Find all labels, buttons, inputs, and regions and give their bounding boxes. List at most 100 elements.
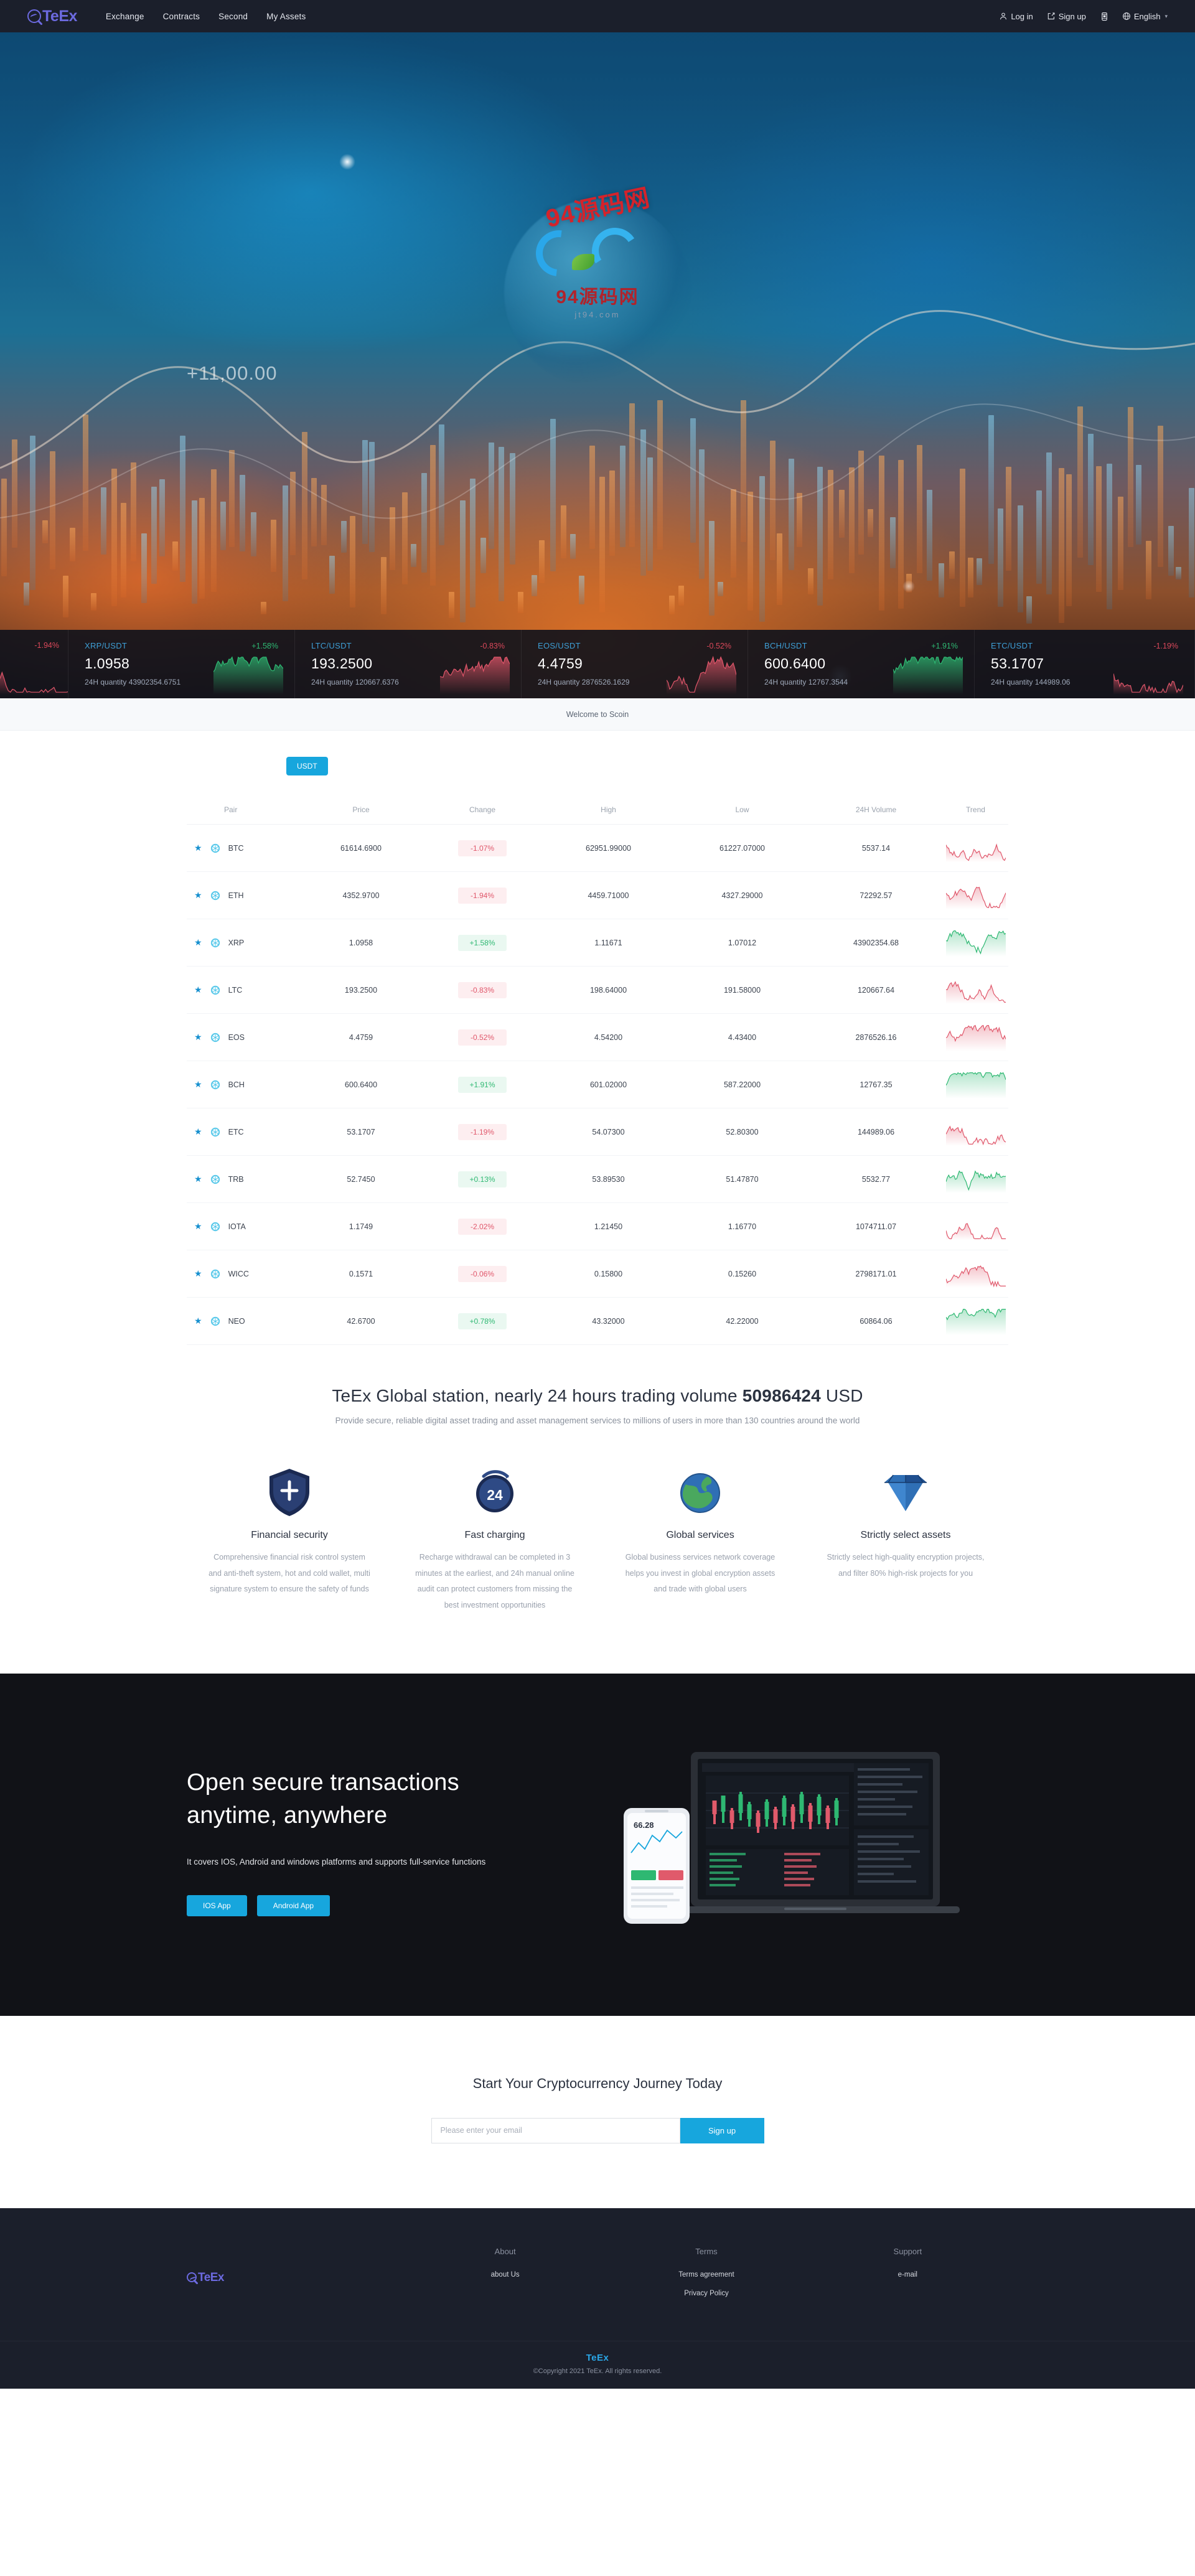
global-stats-section: TeEx Global station, nearly 24 hours tra… bbox=[0, 1382, 1195, 1425]
footer-column-about: About about Us bbox=[405, 2247, 606, 2308]
footer-link-about-us[interactable]: about Us bbox=[405, 2271, 606, 2279]
signup-submit-button[interactable]: Sign up bbox=[680, 2117, 764, 2143]
favorite-star-icon[interactable]: ★ bbox=[194, 843, 202, 853]
market-table-row[interactable]: ★ ETH 4352.9700 -1.94% 4459.71000 4327.29000 7… bbox=[187, 872, 1008, 919]
ticker-item[interactable]: LTC/USDT -0.83% 193.2500 24H quantity 12066… bbox=[295, 630, 522, 698]
market-low: 42.22000 bbox=[726, 1316, 759, 1326]
feature-description: Recharge withdrawal can be completed in … bbox=[415, 1553, 574, 1609]
favorite-star-icon[interactable]: ★ bbox=[194, 890, 202, 901]
market-high: 601.02000 bbox=[589, 1080, 627, 1089]
market-change-cell: -1.94% bbox=[423, 887, 541, 904]
favorite-star-icon[interactable]: ★ bbox=[194, 1126, 202, 1137]
ticker-sparkline bbox=[893, 655, 963, 695]
market-trend-cell bbox=[943, 1118, 1008, 1146]
market-section: USDT Pair Price Change High Low 24H Volume Tre… bbox=[0, 731, 1195, 1382]
favorite-star-icon[interactable]: ★ bbox=[194, 937, 202, 948]
app-promo-text: Open secure transactions anytime, anywhe… bbox=[187, 1766, 573, 1917]
global-stats-subtitle: Provide secure, reliable digital asset t… bbox=[335, 1416, 860, 1425]
market-pair-name: BTC bbox=[228, 843, 244, 853]
market-high: 1.11671 bbox=[594, 938, 622, 947]
market-volume: 5537.14 bbox=[861, 843, 891, 853]
favorite-star-icon[interactable]: ★ bbox=[194, 1174, 202, 1184]
feature-card-global-services: Global services Global business services… bbox=[598, 1464, 803, 1614]
market-table-row[interactable]: ★ LTC 193.2500 -0.83% 198.64000 191.58000 1206… bbox=[187, 967, 1008, 1014]
brand-name: TeEx bbox=[42, 7, 77, 25]
ticker-item[interactable]: XRP/USDT +1.58% 1.0958 24H quantity 4390235… bbox=[68, 630, 295, 698]
favorite-star-icon[interactable]: ★ bbox=[194, 1079, 202, 1090]
feature-card-strictly-select-assets: Strictly select assets Strictly select h… bbox=[803, 1464, 1008, 1614]
favorite-star-icon[interactable]: ★ bbox=[194, 1268, 202, 1279]
signup-link[interactable]: Sign up bbox=[1047, 12, 1086, 21]
market-price: 1.1749 bbox=[349, 1222, 373, 1231]
market-table-row[interactable]: ★ NEO 42.6700 +0.78% 43.32000 42.22000 60864.0… bbox=[187, 1298, 1008, 1345]
sparkline-chart bbox=[1113, 673, 1184, 695]
market-trend-cell bbox=[943, 1213, 1008, 1240]
sparkline-chart bbox=[945, 1169, 1006, 1193]
change-badge: -0.06% bbox=[458, 1265, 507, 1282]
sparkline-chart bbox=[945, 930, 1006, 957]
nav-item-contracts[interactable]: Contracts bbox=[163, 12, 200, 21]
sparkline-chart bbox=[945, 1222, 1006, 1240]
sparkline-chart bbox=[0, 671, 68, 695]
market-table-row[interactable]: ★ WICC 0.1571 -0.06% 0.15800 0.15260 2798171.0… bbox=[187, 1250, 1008, 1298]
market-tab-usdt[interactable]: USDT bbox=[286, 757, 328, 775]
ticker-sparkline bbox=[1113, 655, 1184, 695]
app-promo-devices: 66.28 bbox=[598, 1748, 1008, 1935]
email-input[interactable] bbox=[431, 2117, 680, 2143]
footer-brand-logo[interactable]: TeEx bbox=[187, 2247, 405, 2308]
market-table-row[interactable]: ★ ETC 53.1707 -1.19% 54.07300 52.80300 144989.… bbox=[187, 1108, 1008, 1156]
sparkline-chart bbox=[945, 1024, 1006, 1051]
market-volume: 43902354.68 bbox=[853, 938, 899, 947]
main-nav-links: Exchange Contracts Second My Assets bbox=[106, 12, 306, 21]
market-low: 0.15260 bbox=[728, 1269, 757, 1278]
favorite-star-icon[interactable]: ★ bbox=[194, 1032, 202, 1042]
market-table-row[interactable]: ★ BTC 61614.6900 -1.07% 62951.99000 61227.070… bbox=[187, 825, 1008, 872]
market-trend-cell bbox=[943, 1071, 1008, 1098]
footer-link-terms-agreement[interactable]: Terms agreement bbox=[606, 2271, 807, 2279]
language-label: English bbox=[1133, 11, 1161, 21]
nav-item-exchange[interactable]: Exchange bbox=[106, 12, 144, 21]
nav-item-my-assets[interactable]: My Assets bbox=[266, 12, 306, 21]
sparkline-chart bbox=[213, 656, 284, 695]
market-table-row[interactable]: ★ BCH 600.6400 +1.91% 601.02000 587.22000 1276… bbox=[187, 1061, 1008, 1108]
app-promo-section: Open secure transactions anytime, anywhe… bbox=[0, 1673, 1195, 2016]
favorite-star-icon[interactable]: ★ bbox=[194, 985, 202, 995]
market-table: Pair Price Change High Low 24H Volume Trend ★ B… bbox=[187, 797, 1008, 1345]
sparkline-chart bbox=[439, 657, 510, 695]
ticker-item[interactable]: -1.94% bbox=[0, 630, 68, 698]
market-table-row[interactable]: ★ IOTA 1.1749 -2.02% 1.21450 1.16770 1074711.0… bbox=[187, 1203, 1008, 1250]
login-link[interactable]: Log in bbox=[999, 12, 1033, 21]
sparkline-chart bbox=[666, 655, 737, 695]
market-change-cell: -0.52% bbox=[423, 1029, 541, 1046]
language-selector[interactable]: English ▾ bbox=[1122, 12, 1168, 21]
download-app-qr-link[interactable] bbox=[1100, 12, 1108, 21]
market-high: 198.64000 bbox=[589, 985, 627, 995]
brand-logo[interactable]: TeEx bbox=[27, 7, 77, 25]
android-app-button[interactable]: Android App bbox=[256, 1895, 330, 1917]
ticker-change: -1.94% bbox=[34, 641, 59, 650]
feature-title: Strictly select assets bbox=[860, 1530, 951, 1540]
phone-price-label: 66.28 bbox=[634, 1820, 654, 1830]
feature-title: Financial security bbox=[251, 1530, 328, 1540]
nav-right-actions: Log in Sign up English ▾ bbox=[999, 12, 1168, 21]
ticker-pair: ETC/USDT bbox=[991, 641, 1033, 650]
ticker-item[interactable]: BCH/USDT +1.91% 600.6400 24H quantity 12767… bbox=[748, 630, 975, 698]
footer-link-privacy-policy[interactable]: Privacy Policy bbox=[606, 2290, 807, 2297]
favorite-star-icon[interactable]: ★ bbox=[194, 1221, 202, 1232]
ticker-sparkline bbox=[439, 655, 510, 695]
chevron-down-icon: ▾ bbox=[1165, 12, 1168, 19]
market-pair-name: IOTA bbox=[228, 1222, 246, 1231]
ios-app-button[interactable]: IOS App bbox=[187, 1895, 247, 1917]
market-table-row[interactable]: ★ XRP 1.0958 +1.58% 1.11671 1.07012 43902354.6… bbox=[187, 919, 1008, 967]
coin-icon bbox=[210, 938, 220, 948]
nav-item-second[interactable]: Second bbox=[218, 12, 248, 21]
favorite-star-icon[interactable]: ★ bbox=[194, 1316, 202, 1326]
market-table-row[interactable]: ★ EOS 4.4759 -0.52% 4.54200 4.43400 2876526.16 bbox=[187, 1014, 1008, 1061]
market-price: 53.1707 bbox=[347, 1127, 375, 1136]
ticker-item[interactable]: EOS/USDT -0.52% 4.4759 24H quantity 2876526… bbox=[522, 630, 748, 698]
market-high: 4.54200 bbox=[594, 1033, 623, 1042]
footer-link-email[interactable]: e-mail bbox=[807, 2271, 1008, 2279]
ticker-item[interactable]: ETC/USDT -1.19% 53.1707 24H quantity 144989… bbox=[975, 630, 1195, 698]
welcome-text: Welcome to Scoin bbox=[566, 710, 629, 719]
market-table-row[interactable]: ★ TRB 52.7450 +0.13% 53.89530 51.47870 5532.77 bbox=[187, 1156, 1008, 1203]
